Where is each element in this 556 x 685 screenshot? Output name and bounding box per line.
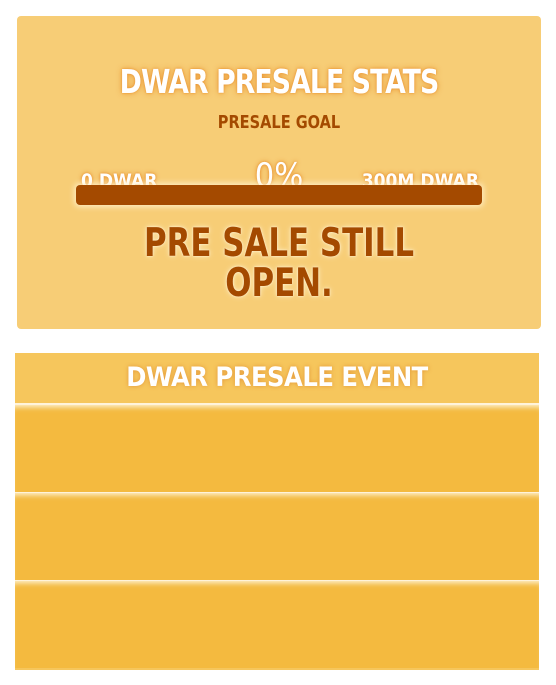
event-row xyxy=(15,492,539,580)
stats-title: DWAR PRESALE STATS xyxy=(119,62,440,101)
presale-event-card: DWAR PRESALE EVENT xyxy=(15,353,539,670)
status-line-2: OPEN. xyxy=(225,261,333,306)
event-title: DWAR PRESALE EVENT xyxy=(15,353,539,404)
presale-status: PRE SALE STILL OPEN. xyxy=(48,224,509,304)
event-row xyxy=(15,404,539,492)
status-line-1: PRE SALE STILL xyxy=(143,221,415,266)
event-row xyxy=(15,580,539,668)
presale-goal-label: PRESALE GOAL xyxy=(217,112,341,133)
presale-stats-card: DWAR PRESALE STATS PRESALE GOAL 0 DWAR 0… xyxy=(17,16,541,329)
presale-progress-bar xyxy=(76,185,482,205)
